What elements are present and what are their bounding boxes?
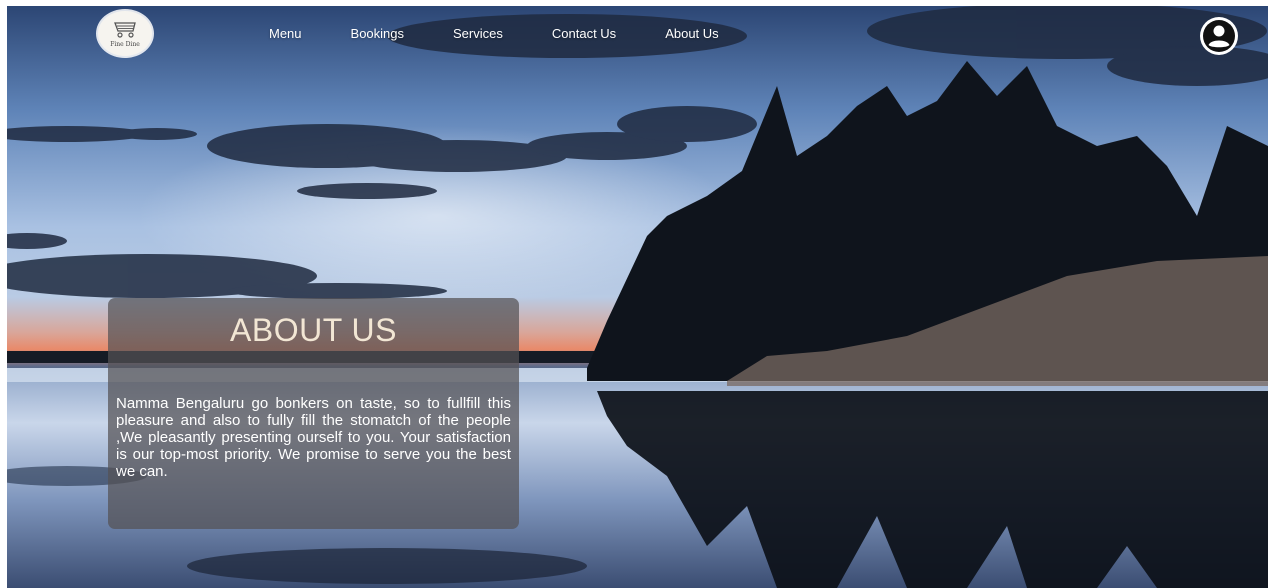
nav-link-contact-us[interactable]: Contact Us — [552, 26, 616, 41]
nav-links: Menu Bookings Services Contact Us About … — [269, 26, 768, 41]
brand-logo-text: Fine Dine — [110, 40, 140, 48]
nav-link-about-us[interactable]: About Us — [665, 26, 718, 41]
top-navbar: Fine Dine Menu Bookings Services Contact… — [7, 6, 1268, 62]
page: Fine Dine Menu Bookings Services Contact… — [7, 6, 1268, 588]
nav-link-bookings[interactable]: Bookings — [351, 26, 404, 41]
nav-link-menu[interactable]: Menu — [269, 26, 302, 41]
cart-icon — [114, 21, 136, 38]
user-circle-icon — [1200, 17, 1238, 55]
brand-logo[interactable]: Fine Dine — [98, 11, 152, 56]
account-button[interactable] — [1199, 16, 1239, 56]
about-us-card: ABOUT US Namma Bengaluru go bonkers on t… — [108, 298, 519, 529]
nav-link-services[interactable]: Services — [453, 26, 503, 41]
about-us-title: ABOUT US — [230, 312, 397, 348]
about-us-description: Namma Bengaluru go bonkers on taste, so … — [116, 395, 511, 480]
